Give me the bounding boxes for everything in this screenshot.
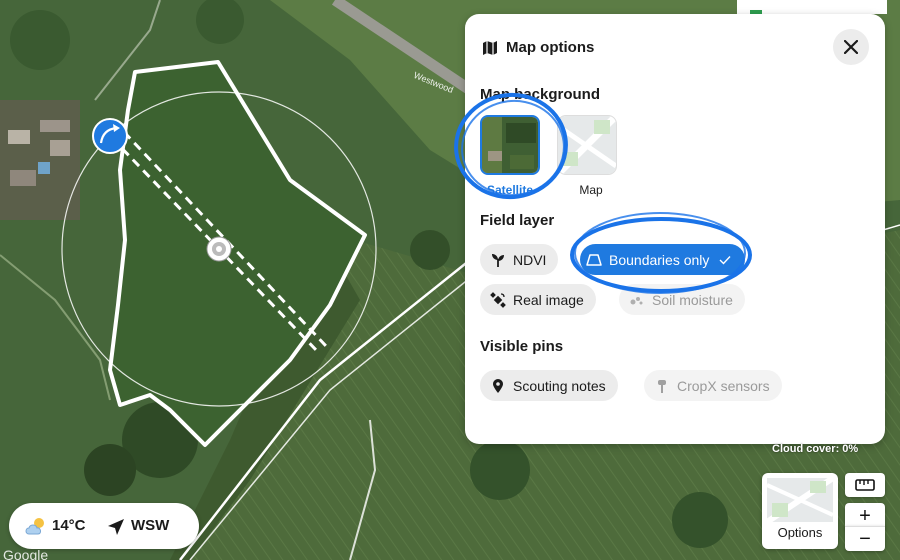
wind-direction-text: WSW: [131, 517, 170, 534]
map-background-title: Map background: [480, 86, 601, 103]
map-background-option[interactable]: [558, 116, 616, 174]
cloud-cover-text: Cloud cover: 0%: [772, 443, 859, 455]
ndvi-chip[interactable]: NDVI: [480, 244, 559, 275]
ndvi-label: NDVI: [513, 251, 547, 268]
ruler-icon: [855, 479, 875, 491]
rotate-handle-icon[interactable]: [92, 118, 128, 154]
temperature-text: 14°C: [52, 517, 86, 534]
zoom-out-button[interactable]: −: [845, 526, 885, 551]
close-button[interactable]: [833, 29, 869, 65]
satellite-background-option[interactable]: [480, 115, 540, 175]
options-label: Options: [777, 525, 823, 540]
satellite-label: Satellite: [486, 183, 534, 197]
satellite-icon: [490, 291, 506, 308]
real-image-label: Real image: [513, 291, 584, 308]
field-outline-icon: [586, 253, 602, 266]
map-thumbnail-icon: [558, 116, 616, 174]
close-icon: [844, 40, 858, 54]
wind-direction-icon: [108, 519, 124, 535]
panel-title: Map options: [506, 39, 595, 56]
measure-button[interactable]: [845, 473, 885, 497]
checkmark-icon: [719, 255, 731, 265]
map-options-panel: Map options Map background Satellite Map…: [465, 14, 885, 444]
scouting-notes-chip[interactable]: Scouting notes: [480, 370, 618, 401]
visible-pins-title: Visible pins: [480, 338, 564, 355]
options-button[interactable]: Options: [762, 473, 838, 549]
satellite-thumbnail-icon: [482, 117, 538, 173]
location-pin-icon: [493, 378, 503, 393]
cropx-sensors-chip[interactable]: CropX sensors: [644, 370, 782, 401]
moisture-drops-icon: [630, 296, 643, 304]
soil-moisture-label: Soil moisture: [652, 291, 733, 308]
soil-moisture-chip[interactable]: Soil moisture: [619, 284, 745, 315]
weather-widget[interactable]: 14°C WSW: [9, 503, 199, 549]
real-image-chip[interactable]: Real image: [480, 284, 596, 315]
boundaries-only-label: Boundaries only: [609, 251, 710, 268]
map-label: Map: [579, 183, 603, 197]
sprout-icon: [492, 253, 504, 267]
map-viewport[interactable]: Westwood Map options Map background Sate…: [0, 0, 900, 560]
map-thumbnail-icon: [765, 475, 835, 525]
scouting-notes-label: Scouting notes: [513, 377, 606, 394]
google-attribution: Google: [3, 547, 49, 560]
cropx-sensors-label: CropX sensors: [677, 377, 770, 394]
sensor-probe-icon: [658, 379, 666, 393]
boundaries-only-chip[interactable]: Boundaries only: [580, 244, 746, 275]
map-icon: [483, 41, 497, 55]
field-layer-title: Field layer: [480, 212, 555, 229]
partly-cloudy-icon: [25, 518, 44, 535]
